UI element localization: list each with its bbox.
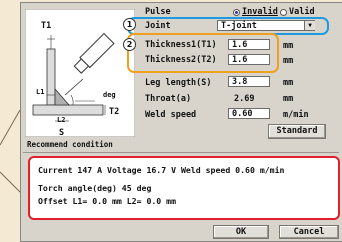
pulse-valid-label: Valid — [289, 7, 315, 17]
throat-unit: mm — [283, 94, 294, 104]
leg-length-label: Leg length(S) — [145, 78, 212, 88]
thickness1-label: Thickness1(T1) — [145, 40, 217, 50]
recommend-line-2: Torch angle(deg) 45 deg — [38, 183, 152, 193]
weld-speed-label: Weld speed — [145, 110, 197, 120]
thickness2-unit: mm — [283, 56, 294, 66]
pulse-invalid-radio[interactable] — [233, 9, 240, 16]
thickness1-input[interactable]: 1.6 — [228, 39, 270, 50]
recommend-condition-label: Recommend condition — [27, 140, 113, 149]
recommend-line-1: Current 147 A Voltage 16.7 V Weld speed … — [38, 165, 285, 175]
joint-select[interactable]: T-joint — [217, 20, 315, 31]
joint-select-dropdown-icon[interactable]: ▼ — [304, 21, 315, 30]
diagram-t2-label: T2 — [109, 107, 120, 117]
weld-speed-unit: m/min — [283, 110, 309, 120]
throat-label: Throat(a) — [145, 94, 192, 104]
diagram-l2-label: L2 — [57, 116, 66, 124]
pulse-invalid-label: Invalid — [242, 7, 278, 17]
pulse-valid-radio[interactable] — [280, 9, 287, 16]
joint-step-badge: 1 — [123, 18, 136, 31]
diagram-l1-label: L1 — [36, 88, 45, 96]
diagram-t1-label: T1 — [41, 21, 52, 31]
standard-button[interactable]: Standard — [268, 124, 326, 139]
leg-length-unit: mm — [283, 78, 294, 88]
weld-condition-window: T1 L1 deg L2 T2 S Pulse Invalid Valid 1 … — [20, 2, 342, 242]
ok-button[interactable]: OK — [213, 225, 269, 239]
recommend-highlight-box: Current 147 A Voltage 16.7 V Weld speed … — [28, 156, 340, 220]
joint-label: Joint — [145, 21, 171, 31]
leg-length-input[interactable]: 3.8 — [228, 76, 270, 87]
thickness1-unit: mm — [283, 41, 294, 51]
pulse-label: Pulse — [145, 7, 171, 17]
cancel-button[interactable]: Cancel — [279, 225, 339, 239]
throat-value: 2.69 — [234, 94, 255, 104]
thickness-step-badge: 2 — [123, 38, 136, 51]
recommend-line-3: Offset L1= 0.0 mm L2= 0.0 mm — [38, 196, 177, 206]
recommend-separator — [23, 152, 339, 153]
diagram-s-label: S — [59, 128, 65, 138]
weld-speed-input[interactable]: 0.60 — [228, 108, 270, 119]
thickness2-label: Thickness2(T2) — [145, 55, 217, 65]
thickness2-input[interactable]: 1.6 — [228, 54, 270, 65]
diagram-deg-label: deg — [103, 91, 116, 99]
